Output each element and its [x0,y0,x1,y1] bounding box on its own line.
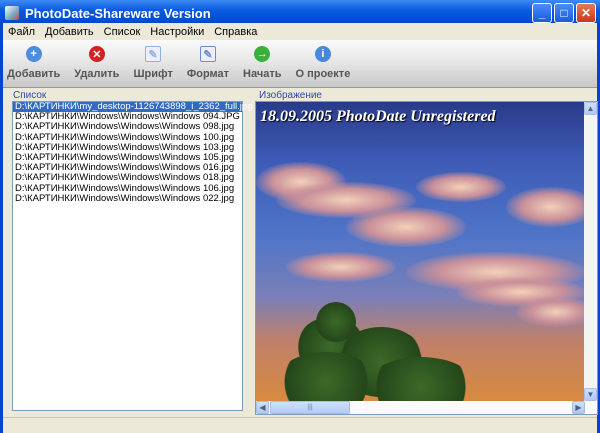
plus-icon: + [25,46,42,62]
app-window: PhotoDate-Shareware Version _ □ ✕ Файл До… [0,0,600,433]
toolbar-button-label: Формат [186,68,230,80]
scroll-down-button[interactable]: ▼ [584,388,597,401]
toolbar-button-label: О проекте [295,68,351,80]
list-item[interactable]: D:\КАРТИНКИ\Windows\Windows\Windows 022.… [13,193,242,204]
scroll-up-button[interactable]: ▲ [584,102,597,115]
toolbar-button[interactable]: ✎ Шрифт [133,40,173,87]
scroll-left-button[interactable]: ◀ [256,401,269,414]
toolbar: + Добавить ✕ Удалить ✎ Шрифт ✎ Формат → Начать i О … [3,40,597,88]
toolbar-button[interactable]: + Добавить [7,40,60,87]
image-preview: 18.09.2005 PhotoDate Unregistered ▲ ▼ ◀ … [255,101,598,415]
app-icon [5,6,19,20]
menu-item[interactable]: Справка [209,26,262,38]
delete-icon: ✕ [88,46,105,62]
toolbar-button[interactable]: i О проекте [295,40,350,87]
minimize-button[interactable]: _ [532,3,552,23]
info-icon: i [314,46,331,62]
maximize-button[interactable]: □ [554,3,574,23]
window-title: PhotoDate-Shareware Version [25,5,211,21]
file-list[interactable]: D:\КАРТИНКИ\my_desktop-1126743898_i_2362… [12,101,252,411]
scroll-right-button[interactable]: ▶ [572,401,585,414]
vertical-scrollbar[interactable]: ▲ ▼ [584,102,597,401]
toolbar-button-label: Добавить [7,68,61,80]
image-label: Изображение [259,90,322,101]
toolbar-button[interactable]: ✕ Удалить [74,40,119,87]
toolbar-button-label: Удалить [74,68,120,80]
toolbar-button[interactable]: ✎ Формат [187,40,229,87]
close-button[interactable]: ✕ [576,3,596,23]
menu-item[interactable]: Добавить [40,26,99,38]
photo-preview: 18.09.2005 PhotoDate Unregistered [256,102,585,401]
menu-item[interactable]: Файл [3,26,40,38]
watermark-stamp: 18.09.2005 PhotoDate Unregistered [260,108,496,125]
list-label: Список [13,90,47,101]
menu-item[interactable]: Список [99,26,146,38]
menu-item[interactable]: Настройки [145,26,209,38]
status-bar [3,417,597,433]
start-arrow-icon: → [254,46,271,62]
toolbar-button[interactable]: → Начать [243,40,281,87]
list-item[interactable]: D:\КАРТИНКИ\Windows\Windows\Windows 018.… [13,173,242,183]
toolbar-button-label: Начать [243,68,282,80]
horizontal-scroll-thumb[interactable]: ||| [270,401,350,414]
font-edit-icon: ✎ [145,46,162,62]
horizontal-scrollbar[interactable]: ◀ ||| ▶ [256,401,585,414]
menu-bar: Файл Добавить Список Настройки Справка [3,23,597,40]
format-edit-icon: ✎ [199,46,216,62]
toolbar-button-label: Шрифт [133,68,173,80]
